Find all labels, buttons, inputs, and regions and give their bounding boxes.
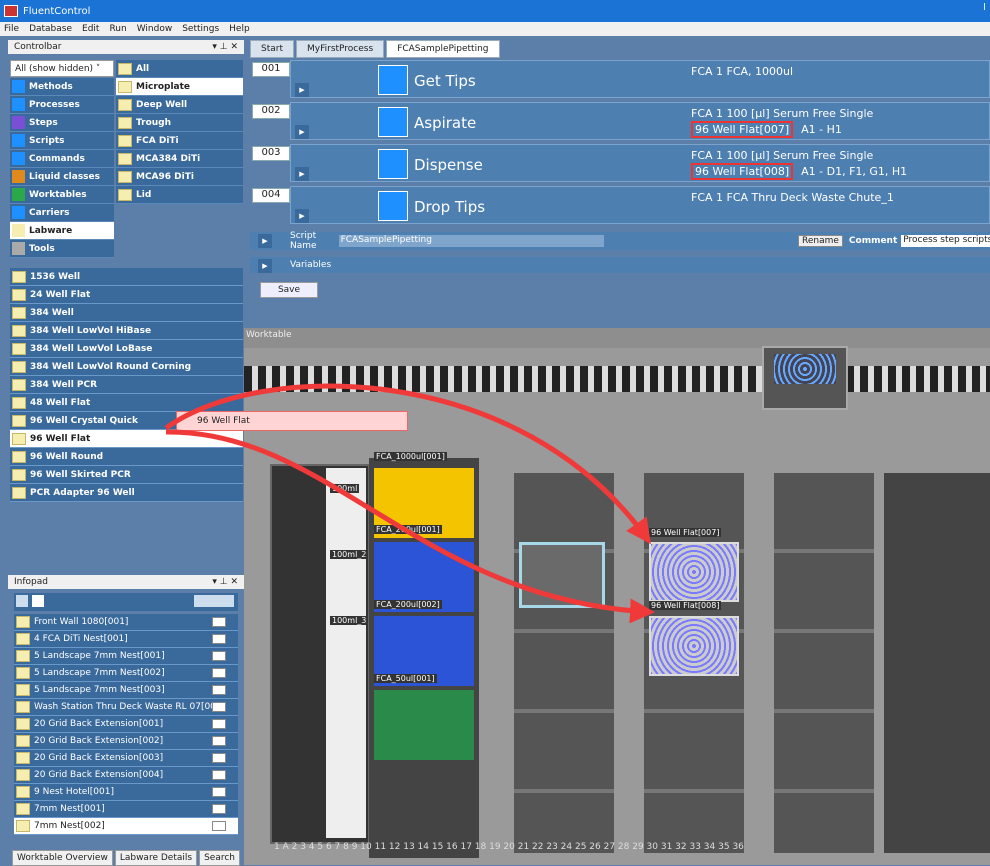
arrow-to-007	[164, 383, 651, 545]
arrow-to-008	[165, 429, 655, 624]
drag-arrows	[164, 383, 655, 624]
